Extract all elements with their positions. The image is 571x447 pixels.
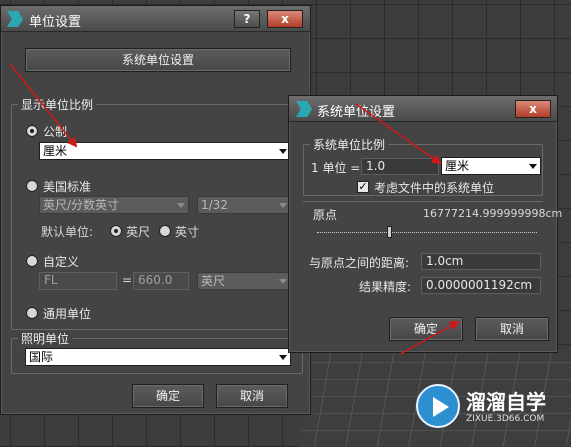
annotation-arrow-system-button — [399, 321, 460, 355]
annotation-arrow-system-unit — [355, 103, 442, 165]
annotation-arrow-metric — [9, 63, 78, 148]
annotation-arrows — [9, 63, 460, 355]
